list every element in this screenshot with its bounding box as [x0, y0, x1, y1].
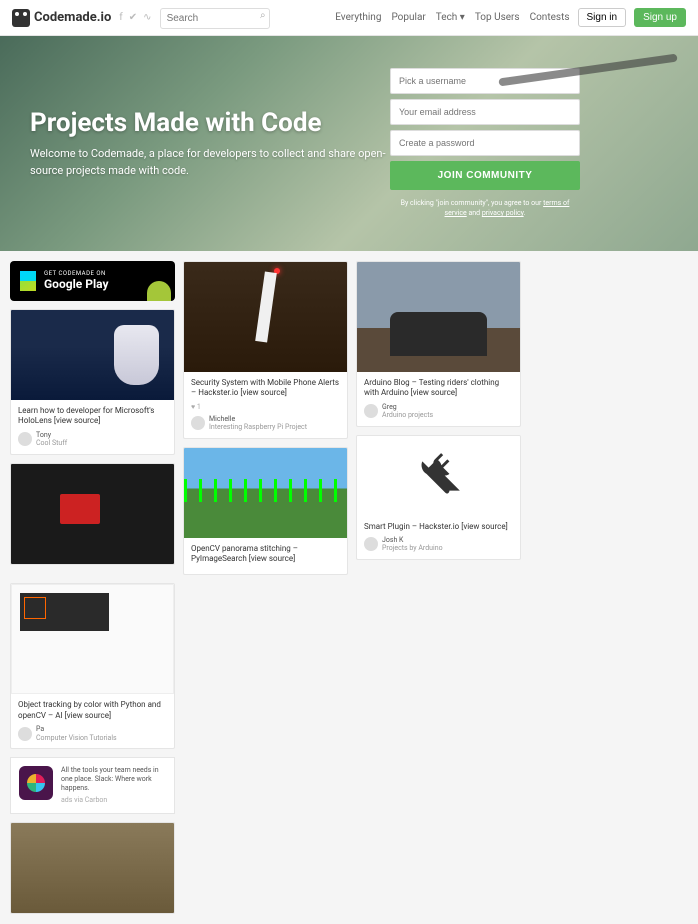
card-title: Arduino Blog – Testing riders' clothing … [364, 378, 513, 399]
ads-attribution: ads via Carbon [61, 796, 166, 805]
card-image [184, 448, 347, 538]
card-title: Object tracking by color with Python and… [18, 700, 167, 721]
project-card[interactable]: Smart Plugin – Hackster.io [view source]… [356, 435, 521, 560]
avatar [364, 537, 378, 551]
android-icon [147, 281, 171, 301]
nav-popular[interactable]: Popular [391, 12, 425, 23]
grid-col-3: Arduino Blog – Testing riders' clothing … [356, 261, 521, 560]
grid-col-2: Security System with Mobile Phone Alerts… [183, 261, 348, 575]
project-card[interactable] [10, 463, 175, 565]
nav-topusers[interactable]: Top Users [475, 12, 520, 23]
wrench-icon [414, 451, 464, 501]
hero-subtitle: Welcome to Codemade, a place for develop… [30, 146, 390, 179]
signin-button[interactable]: Sign in [578, 8, 627, 27]
project-card[interactable]: Object tracking by color with Python and… [10, 583, 175, 749]
project-card[interactable] [10, 822, 175, 914]
username-field[interactable] [390, 68, 580, 94]
privacy-link[interactable]: privacy policy [482, 209, 524, 217]
nav-contests[interactable]: Contests [530, 12, 570, 23]
hero: Projects Made with Code Welcome to Codem… [0, 36, 698, 251]
avatar [191, 416, 205, 430]
nav-tech[interactable]: Tech ▾ [436, 12, 465, 23]
signup-button[interactable]: Sign up [634, 8, 686, 27]
google-play-badge[interactable]: GET CODEMADE ON Google Play [10, 261, 175, 301]
card-title: OpenCV panorama stitching – PyImageSearc… [191, 544, 340, 565]
brand-logo[interactable]: Codemade.io [12, 9, 111, 27]
project-card[interactable]: Security System with Mobile Phone Alerts… [183, 261, 348, 439]
email-field[interactable] [390, 99, 580, 125]
card-title: Security System with Mobile Phone Alerts… [191, 378, 340, 399]
search-box: ⌕ [160, 6, 270, 29]
project-card[interactable]: Learn how to developer for Microsoft's H… [10, 309, 175, 455]
card-image [357, 436, 520, 516]
search-icon[interactable]: ⌕ [260, 10, 266, 21]
join-community-button[interactable]: JOIN COMMUNITY [390, 161, 580, 190]
avatar [18, 432, 32, 446]
card-image [11, 823, 174, 913]
grid-col-1: GET CODEMADE ON Google Play Learn how to… [10, 261, 175, 565]
twitter-icon[interactable]: ✔ [129, 12, 137, 23]
search-input[interactable] [160, 8, 270, 29]
slack-icon [19, 766, 53, 800]
nav-everything[interactable]: Everything [335, 12, 381, 23]
card-title: Smart Plugin – Hackster.io [view source] [364, 522, 513, 532]
card-image [11, 584, 174, 694]
header: Codemade.io f ✔ ∿ ⌕ Everything Popular T… [0, 0, 698, 36]
grid-col-4: Object tracking by color with Python and… [10, 583, 175, 914]
facebook-icon[interactable]: f [119, 12, 122, 23]
avatar [364, 404, 378, 418]
project-grid: GET CODEMADE ON Google Play Learn how to… [0, 251, 698, 924]
card-image [11, 464, 174, 564]
hero-title: Projects Made with Code [30, 108, 390, 138]
project-card[interactable]: OpenCV panorama stitching – PyImageSearc… [183, 447, 348, 576]
tos-text: By clicking "join community", you agree … [390, 199, 580, 219]
main-nav: Everything Popular Tech ▾ Top Users Cont… [335, 12, 569, 23]
avatar [18, 727, 32, 741]
hero-copy: Projects Made with Code Welcome to Codem… [30, 108, 390, 179]
social-links: f ✔ ∿ [119, 12, 151, 23]
card-image [184, 262, 347, 372]
robot-icon [12, 9, 30, 27]
like-count: ♥ 1 [191, 403, 340, 411]
signup-form: JOIN COMMUNITY By clicking "join communi… [390, 68, 580, 219]
card-title: Learn how to developer for Microsoft's H… [18, 406, 167, 427]
project-card[interactable]: Arduino Blog – Testing riders' clothing … [356, 261, 521, 427]
card-image [11, 310, 174, 400]
rss-icon[interactable]: ∿ [143, 12, 151, 23]
play-icon [20, 271, 36, 291]
slack-ad[interactable]: All the tools your team needs in one pla… [10, 757, 175, 814]
brand-name: Codemade.io [34, 10, 111, 25]
password-field[interactable] [390, 130, 580, 156]
card-image [357, 262, 520, 372]
